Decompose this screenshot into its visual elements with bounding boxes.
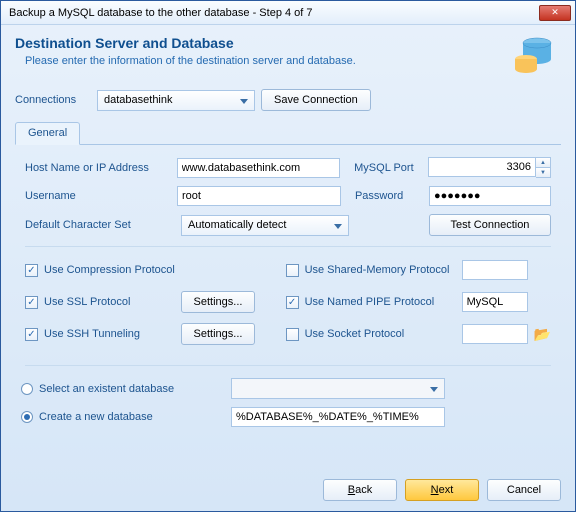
named-pipe-input[interactable]: [462, 292, 528, 312]
database-icon: [511, 35, 555, 75]
tab-strip: General: [15, 121, 561, 145]
close-button[interactable]: ✕: [539, 5, 571, 21]
titlebar: Backup a MySQL database to the other dat…: [1, 1, 575, 25]
port-label: MySQL Port: [354, 162, 428, 174]
compression-checkbox[interactable]: ✓Use Compression Protocol: [25, 264, 181, 277]
named-pipe-checkbox[interactable]: ✓Use Named PIPE Protocol: [286, 296, 462, 309]
new-database-input[interactable]: [231, 407, 445, 427]
test-connection-button[interactable]: Test Connection: [429, 214, 551, 236]
port-spin-down[interactable]: ▼: [536, 168, 550, 177]
host-label: Host Name or IP Address: [25, 162, 177, 174]
connections-label: Connections: [15, 94, 91, 106]
next-label: ext: [439, 484, 454, 496]
wizard-header: Destination Server and Database Please e…: [1, 25, 575, 87]
next-button[interactable]: Next: [405, 479, 479, 501]
port-input[interactable]: [428, 157, 536, 177]
password-input[interactable]: [429, 186, 551, 206]
back-label: ack: [355, 484, 372, 496]
ssl-settings-button[interactable]: Settings...: [181, 291, 255, 313]
socket-checkbox[interactable]: Use Socket Protocol: [286, 328, 462, 341]
port-spinner: ▲ ▼: [536, 157, 551, 178]
window-title: Backup a MySQL database to the other dat…: [9, 7, 539, 19]
page-subtitle: Please enter the information of the dest…: [25, 55, 511, 67]
select-existing-radio[interactable]: Select an existent database: [21, 383, 231, 395]
username-label: Username: [25, 190, 177, 202]
cancel-button[interactable]: Cancel: [487, 479, 561, 501]
create-new-radio[interactable]: Create a new database: [21, 411, 231, 423]
save-connection-button[interactable]: Save Connection: [261, 89, 371, 111]
page-title: Destination Server and Database: [15, 35, 511, 51]
back-button[interactable]: Back: [323, 479, 397, 501]
folder-icon[interactable]: 📂: [534, 326, 551, 343]
separator: [25, 246, 551, 247]
shared-memory-input[interactable]: [462, 260, 528, 280]
separator-2: [25, 365, 551, 366]
wizard-footer: Back Next Cancel: [323, 479, 561, 501]
socket-input[interactable]: [462, 324, 528, 344]
username-input[interactable]: [177, 186, 341, 206]
wizard-window: Backup a MySQL database to the other dat…: [0, 0, 576, 512]
host-input[interactable]: [177, 158, 341, 178]
ssh-settings-button[interactable]: Settings...: [181, 323, 255, 345]
charset-dropdown[interactable]: Automatically detect: [181, 215, 349, 236]
shared-memory-checkbox[interactable]: Use Shared-Memory Protocol: [286, 264, 462, 277]
port-spin-up[interactable]: ▲: [536, 158, 550, 168]
existing-database-dropdown[interactable]: [231, 378, 445, 399]
connections-dropdown[interactable]: databasethink: [97, 90, 255, 111]
password-label: Password: [355, 190, 429, 202]
tab-general[interactable]: General: [15, 122, 80, 145]
ssl-checkbox[interactable]: ✓Use SSL Protocol: [25, 296, 181, 309]
charset-label: Default Character Set: [25, 219, 181, 231]
ssh-checkbox[interactable]: ✓Use SSH Tunneling: [25, 328, 181, 341]
